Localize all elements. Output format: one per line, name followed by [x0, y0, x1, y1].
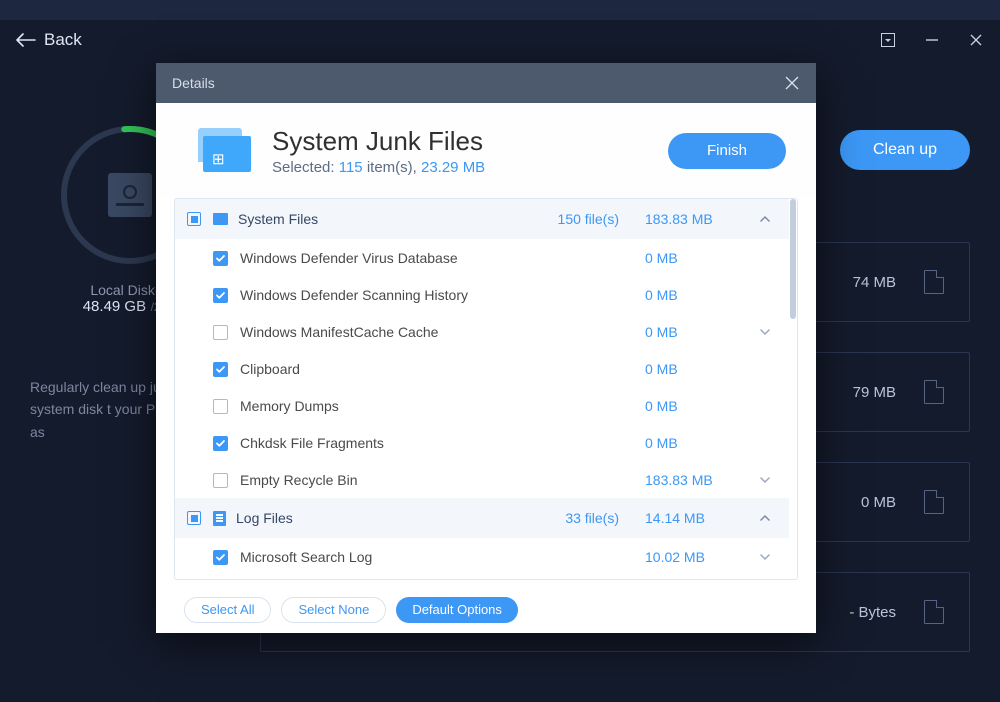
- scrollbar-thumb[interactable]: [790, 199, 796, 319]
- chevron-down-icon[interactable]: [755, 474, 775, 486]
- card-size: - Bytes: [849, 604, 896, 621]
- disk-used: 48.49 GB: [83, 298, 146, 315]
- chevron-up-icon[interactable]: [755, 512, 775, 524]
- folder-windows-icon: ⊞: [198, 128, 254, 174]
- back-label: Back: [44, 30, 82, 50]
- row-size: 10.02 MB: [645, 549, 755, 565]
- row-checkbox[interactable]: [213, 362, 228, 377]
- row-name: Empty Recycle Bin: [240, 472, 357, 488]
- row-checkbox[interactable]: [213, 399, 228, 414]
- finish-button[interactable]: Finish: [668, 133, 786, 169]
- row-checkbox[interactable]: [213, 288, 228, 303]
- group-file-count: 33 file(s): [565, 510, 619, 526]
- row-name: Clipboard: [240, 361, 300, 377]
- row-size: 0 MB: [645, 287, 755, 303]
- row-checkbox[interactable]: [213, 550, 228, 565]
- group-name: Log Files: [236, 510, 293, 526]
- document-icon: [924, 490, 944, 514]
- row-checkbox[interactable]: [213, 436, 228, 451]
- card-size: 79 MB: [853, 384, 896, 401]
- system-file-icon: [213, 213, 228, 225]
- document-icon: [924, 600, 944, 624]
- row-size: 0 MB: [645, 398, 755, 414]
- default-options-button[interactable]: Default Options: [396, 597, 518, 623]
- row-size: 0 MB: [645, 361, 755, 377]
- chevron-up-icon[interactable]: [755, 213, 775, 225]
- log-file-icon: [213, 511, 226, 526]
- row-name: Windows ManifestCache Cache: [240, 324, 438, 340]
- group-file-count: 150 file(s): [558, 211, 619, 227]
- card-size: 0 MB: [861, 494, 896, 511]
- file-row[interactable]: Windows ManifestCache Cache 0 MB: [175, 313, 789, 350]
- row-name: Chkdsk File Fragments: [240, 435, 384, 451]
- row-size: 183.83 MB: [645, 472, 755, 488]
- row-checkbox[interactable]: [213, 251, 228, 266]
- arrow-left-icon: [16, 33, 36, 47]
- cleanup-label: Clean up: [873, 141, 937, 159]
- selected-summary: Selected: 115 item(s), 23.29 MB: [272, 159, 485, 176]
- file-row[interactable]: Microsoft Search Log 10.02 MB: [175, 538, 789, 575]
- row-name: Windows Defender Virus Database: [240, 250, 458, 266]
- row-size: 0 MB: [645, 324, 755, 340]
- group-size: 14.14 MB: [645, 510, 755, 526]
- group-size: 183.83 MB: [645, 211, 755, 227]
- row-name: Memory Dumps: [240, 398, 339, 414]
- file-row[interactable]: Windows Defender Virus Database 0 MB: [175, 239, 789, 276]
- close-button[interactable]: [968, 32, 984, 48]
- select-none-button[interactable]: Select None: [281, 597, 386, 623]
- file-row[interactable]: Memory Dumps 0 MB: [175, 387, 789, 424]
- group-name: System Files: [238, 211, 318, 227]
- finish-label: Finish: [707, 142, 747, 159]
- back-button[interactable]: Back: [16, 30, 82, 50]
- dropdown-button[interactable]: [880, 32, 896, 48]
- document-icon: [924, 380, 944, 404]
- row-size: 0 MB: [645, 435, 755, 451]
- chevron-down-icon[interactable]: [755, 326, 775, 338]
- cleanup-button[interactable]: Clean up: [840, 130, 970, 170]
- row-name: Windows Defender Scanning History: [240, 287, 468, 303]
- group-checkbox[interactable]: [187, 511, 201, 525]
- row-checkbox[interactable]: [213, 473, 228, 488]
- file-row[interactable]: Windows Defender Scanning History 0 MB: [175, 276, 789, 313]
- minimize-button[interactable]: [924, 32, 940, 48]
- modal-close-button[interactable]: [784, 75, 800, 91]
- file-row[interactable]: Chkdsk File Fragments 0 MB: [175, 424, 789, 461]
- disk-icon: [108, 173, 152, 217]
- modal-title: Details: [172, 75, 215, 91]
- row-size: 0 MB: [645, 250, 755, 266]
- document-icon: [924, 270, 944, 294]
- select-all-button[interactable]: Select All: [184, 597, 271, 623]
- row-checkbox[interactable]: [213, 325, 228, 340]
- file-row[interactable]: Clipboard 0 MB: [175, 350, 789, 387]
- card-size: 74 MB: [853, 274, 896, 291]
- chevron-down-icon[interactable]: [755, 551, 775, 563]
- row-name: Microsoft Search Log: [240, 549, 372, 565]
- file-row[interactable]: Empty Recycle Bin 183.83 MB: [175, 461, 789, 498]
- group-header[interactable]: System Files 150 file(s) 183.83 MB: [175, 199, 789, 239]
- group-header[interactable]: Log Files 33 file(s) 14.14 MB: [175, 498, 789, 538]
- scrollbar-track[interactable]: [789, 199, 797, 579]
- group-checkbox[interactable]: [187, 212, 201, 226]
- category-title: System Junk Files: [272, 126, 485, 157]
